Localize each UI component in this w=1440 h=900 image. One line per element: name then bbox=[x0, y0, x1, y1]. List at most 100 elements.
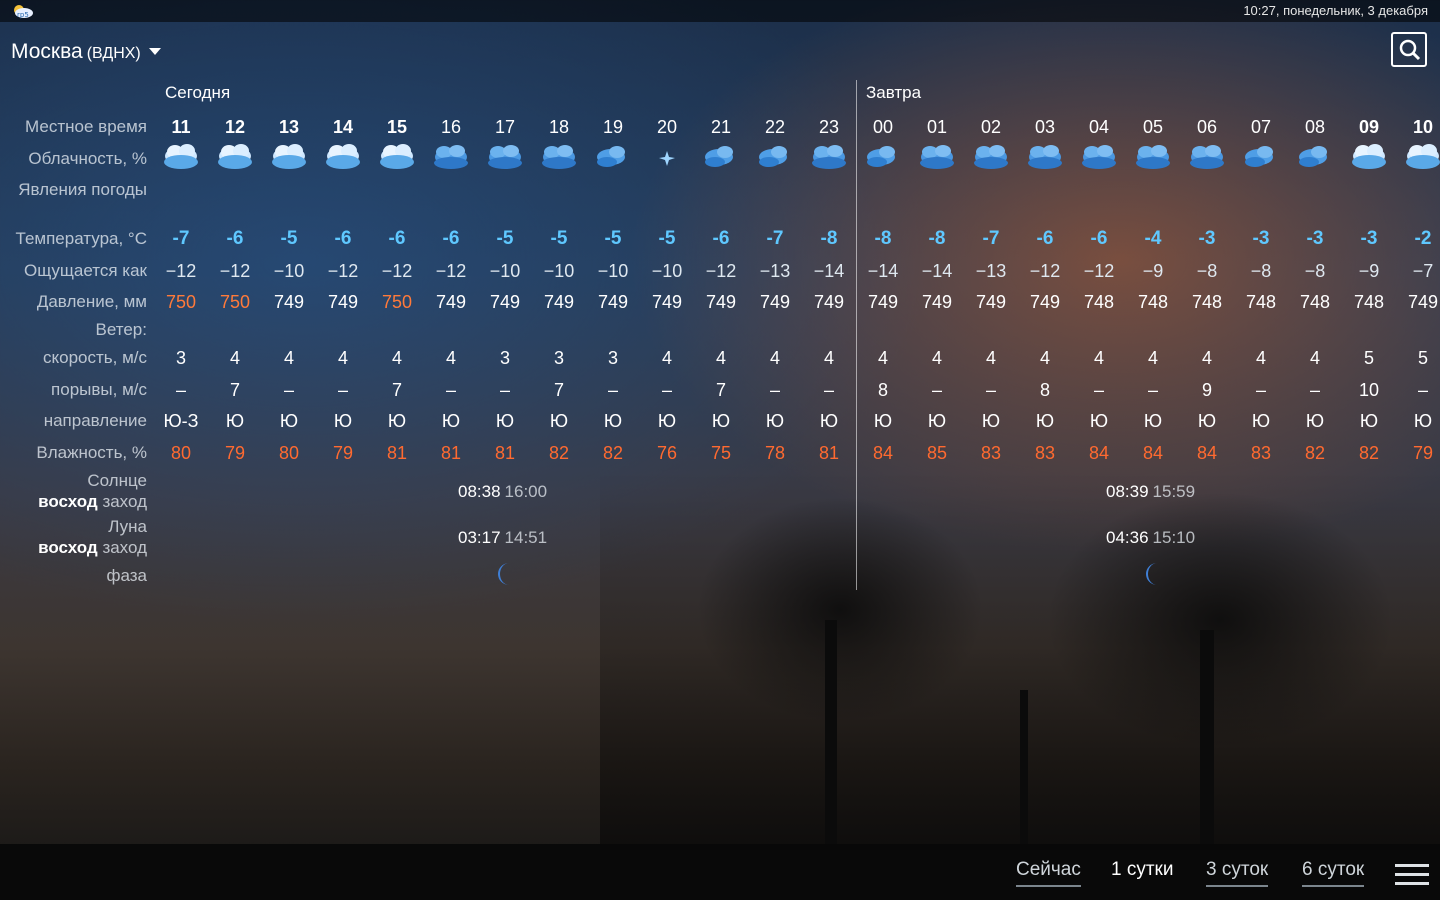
hour-cell: 21 bbox=[710, 117, 732, 137]
pressure-cell: 749 bbox=[921, 292, 953, 312]
feels-like-cell: −9 bbox=[1142, 261, 1164, 281]
wind-direction-cell: Ю bbox=[981, 411, 1001, 431]
wind-gusts-cell: – bbox=[985, 380, 996, 400]
feels-like-cell: −12 bbox=[705, 261, 737, 281]
temperature-cell: -5 bbox=[658, 228, 676, 249]
wind-direction-cell: Ю bbox=[711, 411, 731, 431]
moon-times-today: 03:17 14:51 bbox=[458, 528, 547, 548]
partly-cloudy-night-icon bbox=[705, 146, 733, 167]
humidity-cell: 79 bbox=[1412, 443, 1434, 463]
wind-gusts-cell: – bbox=[931, 380, 942, 400]
humidity-cell: 75 bbox=[710, 443, 732, 463]
temperature-cell: -4 bbox=[1144, 228, 1162, 249]
pressure-cell: 749 bbox=[435, 292, 467, 312]
feels-like-cell: −13 bbox=[975, 261, 1007, 281]
temperature-cell: -5 bbox=[496, 228, 514, 249]
humidity-cell: 82 bbox=[1304, 443, 1326, 463]
menu-icon[interactable] bbox=[1395, 864, 1429, 886]
sunset-tomorrow: 15:59 bbox=[1152, 482, 1196, 501]
wind-direction-cell: Ю bbox=[225, 411, 245, 431]
sun-times-tomorrow: 08:39 15:59 bbox=[1106, 482, 1195, 502]
partly-cloudy-night-icon bbox=[1299, 146, 1327, 167]
label-sun-rise-set: восход заход bbox=[38, 492, 147, 512]
wind-speed-cell: 4 bbox=[337, 348, 348, 368]
pressure-cell: 749 bbox=[597, 292, 629, 312]
humidity-cell: 81 bbox=[494, 443, 516, 463]
humidity-cell: 83 bbox=[1034, 443, 1056, 463]
tab-one-day[interactable]: 1 сутки bbox=[1111, 859, 1173, 885]
city-name: Москва bbox=[11, 40, 83, 63]
feels-like-cell: −10 bbox=[651, 261, 683, 281]
hour-cell: 18 bbox=[548, 117, 570, 137]
wind-gusts-cell: – bbox=[1417, 380, 1428, 400]
wind-speed-cell: 4 bbox=[661, 348, 672, 368]
wind-direction-cell: Ю bbox=[495, 411, 515, 431]
status-clock: 10:27, понедельник, 3 декабря bbox=[1243, 3, 1428, 18]
wind-speed-cell: 4 bbox=[1147, 348, 1158, 368]
wind-direction-cell: Ю bbox=[873, 411, 893, 431]
label-sunset: заход bbox=[102, 492, 147, 511]
humidity-cell: 84 bbox=[1088, 443, 1110, 463]
temperature-cell: -3 bbox=[1252, 228, 1270, 249]
humidity-cell: 78 bbox=[764, 443, 786, 463]
temperature-cell: -8 bbox=[820, 228, 838, 249]
crescent-moon-icon bbox=[498, 563, 509, 585]
wind-direction-cell: Ю bbox=[765, 411, 785, 431]
temperature-cell: -8 bbox=[928, 228, 946, 249]
hour-cell: 13 bbox=[278, 117, 300, 137]
label-moon: Луна bbox=[108, 517, 147, 536]
pressure-cell: 749 bbox=[489, 292, 521, 312]
feels-like-cell: −8 bbox=[1250, 261, 1272, 281]
hour-cell: 06 bbox=[1196, 117, 1218, 137]
tab-now[interactable]: Сейчас bbox=[1016, 859, 1081, 887]
temperature-cell: -5 bbox=[280, 228, 298, 249]
search-button[interactable] bbox=[1391, 32, 1427, 67]
location-selector[interactable]: Москва (ВДНХ) bbox=[11, 40, 161, 64]
label-moon-phase: фаза bbox=[106, 566, 148, 585]
wind-speed-cell: 4 bbox=[715, 348, 726, 368]
feels-like-cell: −12 bbox=[435, 261, 467, 281]
cloudy-night-icon bbox=[434, 145, 468, 169]
cloudy-night-icon bbox=[812, 145, 846, 169]
wind-gusts-cell: – bbox=[769, 380, 780, 400]
tab-six-days[interactable]: 6 суток bbox=[1302, 859, 1365, 887]
temperature-cell: -6 bbox=[712, 228, 730, 249]
pressure-cell: 749 bbox=[705, 292, 737, 312]
wind-gusts-cell: – bbox=[607, 380, 618, 400]
feels-like-cell: −10 bbox=[543, 261, 575, 281]
wind-direction-cell: Ю bbox=[1251, 411, 1271, 431]
cloudy-night-icon bbox=[542, 145, 576, 169]
feels-like-cell: −7 bbox=[1412, 261, 1434, 281]
overcast-icon bbox=[272, 144, 306, 169]
humidity-cell: 81 bbox=[818, 443, 840, 463]
feels-like-cell: −12 bbox=[219, 261, 251, 281]
feels-like-cell: −9 bbox=[1358, 261, 1380, 281]
hour-cell: 17 bbox=[494, 117, 516, 137]
temperature-cell: -6 bbox=[1036, 228, 1054, 249]
moonset-today: 14:51 bbox=[504, 528, 548, 547]
hour-cell: 23 bbox=[818, 117, 840, 137]
temperature-cell: -7 bbox=[766, 228, 784, 249]
wind-direction-cell: Ю bbox=[819, 411, 839, 431]
pressure-cell: 749 bbox=[975, 292, 1007, 312]
label-local-time: Местное время bbox=[25, 117, 147, 136]
moonrise-today: 03:17 bbox=[458, 528, 501, 547]
humidity-cell: 85 bbox=[926, 443, 948, 463]
tab-three-days[interactable]: 3 суток bbox=[1206, 859, 1269, 887]
pressure-cell: 749 bbox=[543, 292, 575, 312]
wind-direction-cell: Ю bbox=[1035, 411, 1055, 431]
pressure-cell: 749 bbox=[651, 292, 683, 312]
station-name: (ВДНХ) bbox=[86, 45, 141, 62]
wind-gusts-cell: – bbox=[445, 380, 456, 400]
feels-like-cell: −8 bbox=[1304, 261, 1326, 281]
wind-speed-cell: 4 bbox=[1309, 348, 1320, 368]
pressure-cell: 748 bbox=[1299, 292, 1331, 312]
label-feels-like: Ощущается как bbox=[24, 261, 147, 280]
sunrise-tomorrow: 08:39 bbox=[1106, 482, 1149, 501]
label-humidity: Влажность, % bbox=[36, 443, 147, 462]
partly-cloudy-night-icon bbox=[1245, 146, 1273, 167]
humidity-cell: 80 bbox=[170, 443, 192, 463]
pressure-cell: 749 bbox=[1407, 292, 1439, 312]
day-divider bbox=[856, 80, 857, 590]
feels-like-cell: −12 bbox=[1083, 261, 1115, 281]
